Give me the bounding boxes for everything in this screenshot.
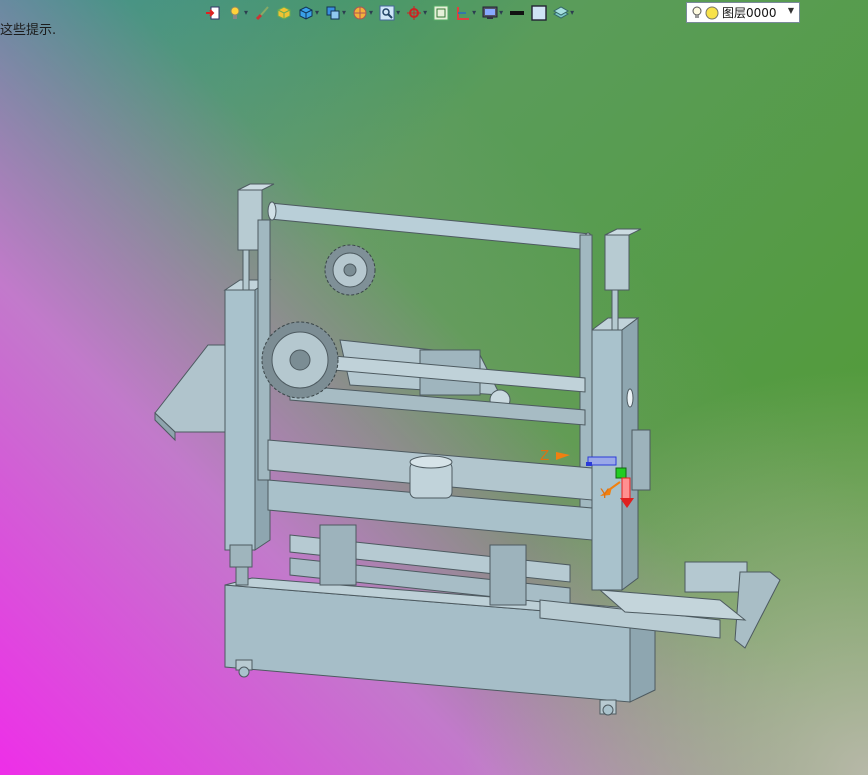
axis-label-y: Y: [600, 485, 610, 501]
3d-viewport[interactable]: Z Y: [0, 0, 868, 775]
axis-label-z: Z: [540, 447, 549, 464]
machine-model: [154, 183, 781, 716]
